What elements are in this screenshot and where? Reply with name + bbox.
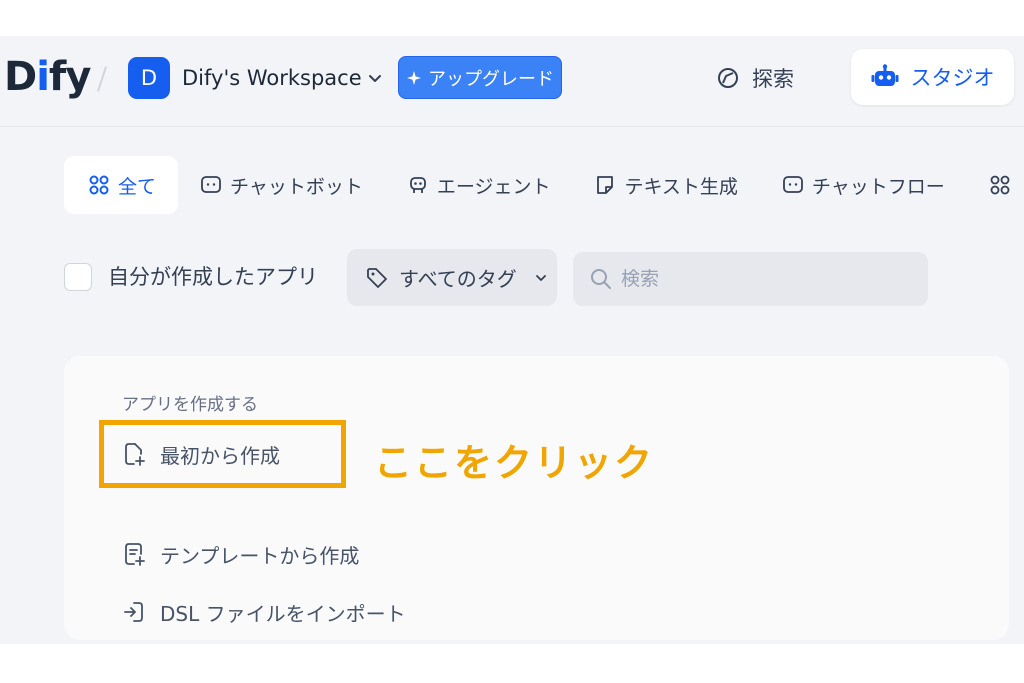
tab-agent[interactable]: エージェント xyxy=(385,156,573,214)
create-from-template-label: テンプレートから作成 xyxy=(160,543,360,568)
sparkle-icon xyxy=(407,70,421,85)
app-shell: Dify D Dify's Workspace アップグレード 探索 スタジオ … xyxy=(0,36,1024,644)
tab-chatflow[interactable]: チャットフロー xyxy=(760,156,967,214)
explore-label: 探索 xyxy=(752,67,794,91)
click-here-annotation: ここをクリック xyxy=(374,441,655,485)
studio-nav[interactable]: スタジオ xyxy=(851,49,1014,105)
tab-label: チャットフロー xyxy=(811,175,945,198)
tag-filter-dropdown[interactable]: すべてのタグ xyxy=(347,249,557,306)
robot-icon xyxy=(871,64,898,86)
import-dsl-file[interactable]: DSL ファイルをインポート xyxy=(122,596,406,628)
header-separator xyxy=(97,66,107,92)
chevron-down-icon xyxy=(535,274,546,281)
import-icon xyxy=(124,602,143,622)
my-apps-label[interactable]: 自分が作成したアプリ xyxy=(108,264,318,290)
app-type-tabs: 全て チャットボット エージェント テキスト生成 チャットフロー xyxy=(64,156,1011,214)
tab-text-generation[interactable]: テキスト生成 xyxy=(572,156,759,214)
workspace-avatar[interactable]: D xyxy=(128,57,170,99)
tab-label: 全て xyxy=(118,175,157,198)
note-icon xyxy=(597,176,614,194)
import-dsl-label: DSL ファイルをインポート xyxy=(160,601,406,626)
template-icon xyxy=(125,543,145,566)
create-app-card: アプリを作成する 最初から作成 テンプレートから作成 DSL ファイルをインポー xyxy=(64,356,1009,640)
search-icon xyxy=(591,269,611,289)
my-apps-checkbox[interactable] xyxy=(64,263,92,291)
explore-nav[interactable]: 探索 xyxy=(716,62,794,94)
chat-flow-icon xyxy=(782,176,803,193)
workflow-icon xyxy=(990,175,1010,195)
create-app-title: アプリを作成する xyxy=(122,395,258,415)
upgrade-button[interactable]: アップグレード xyxy=(398,56,562,99)
dify-logo[interactable]: Dify xyxy=(4,55,91,99)
chevron-down-icon[interactable] xyxy=(366,69,384,87)
compass-icon xyxy=(718,68,738,88)
tag-filter-label: すべてのタグ xyxy=(399,267,517,291)
search-box xyxy=(573,252,928,306)
upgrade-label: アップグレード xyxy=(428,68,554,90)
create-from-template[interactable]: テンプレートから作成 xyxy=(122,538,359,570)
top-header: Dify D Dify's Workspace アップグレード 探索 スタジオ xyxy=(0,36,1024,128)
workspace-name[interactable]: Dify's Workspace xyxy=(182,65,362,91)
highlight-box xyxy=(99,420,346,488)
search-input[interactable] xyxy=(621,268,911,290)
robot-icon xyxy=(409,177,426,193)
tab-label: エージェント xyxy=(436,175,551,198)
tab-all[interactable]: 全て xyxy=(64,156,179,214)
chat-bubble-icon xyxy=(201,176,221,193)
tab-chatbot[interactable]: チャットボット xyxy=(178,156,385,214)
tag-icon xyxy=(367,267,387,288)
grid-icon xyxy=(89,175,109,195)
tab-label: チャットボット xyxy=(230,175,363,198)
tab-workflow[interactable] xyxy=(967,156,1011,214)
tab-label: テキスト生成 xyxy=(624,175,738,198)
studio-label: スタジオ xyxy=(910,66,995,90)
header-divider xyxy=(0,126,1024,127)
